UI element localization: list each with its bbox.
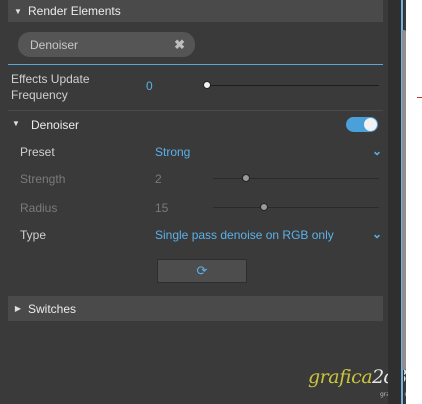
radius-slider-track[interactable] (213, 207, 379, 208)
preset-label: Preset (20, 145, 55, 159)
radius-slider-handle[interactable] (260, 203, 268, 211)
render-elements-title: Render Elements (28, 4, 121, 18)
type-dropdown[interactable]: Single pass denoise on RGB only (155, 228, 334, 242)
strength-slider-track[interactable] (213, 178, 379, 179)
preset-dropdown[interactable]: Strong (155, 145, 190, 159)
switches-title: Switches (28, 301, 77, 316)
effects-label-line1: Effects Update (11, 72, 90, 86)
divider (8, 110, 383, 111)
close-icon[interactable]: ✖ (174, 37, 185, 53)
viewport-edge (406, 0, 422, 404)
denoiser-toggle[interactable] (346, 117, 378, 132)
denoiser-chip[interactable]: Denoiser ✖ (18, 32, 195, 57)
radius-value[interactable]: 15 (155, 201, 168, 215)
chevron-down-icon[interactable]: ⌄ (370, 227, 384, 241)
red-marker (417, 97, 422, 98)
render-elements-header[interactable]: ▼ Render Elements (8, 0, 383, 22)
divider (8, 64, 383, 65)
refresh-button[interactable]: ⟳ (157, 259, 247, 283)
expand-arrow-icon: ▶ (14, 304, 22, 313)
effects-slider-track[interactable] (207, 85, 379, 86)
toggle-knob (364, 118, 377, 131)
collapse-arrow-icon: ▼ (14, 6, 22, 16)
chip-label: Denoiser (30, 37, 79, 52)
effects-slider-handle[interactable] (203, 81, 211, 89)
strength-label: Strength (20, 172, 66, 186)
radius-label: Radius (20, 201, 58, 215)
effects-update-value[interactable]: 0 (146, 79, 153, 93)
collapse-arrow-icon[interactable]: ▼ (12, 119, 20, 128)
switches-header[interactable]: ▶ Switches (8, 296, 383, 321)
effects-label-line2: Frequency (11, 88, 68, 102)
refresh-icon: ⟳ (196, 263, 208, 278)
effects-update-label: Effects Update Frequency (11, 71, 90, 103)
strength-slider-handle[interactable] (242, 174, 250, 182)
type-label: Type (20, 228, 47, 242)
watermark-text-a: grafica (308, 366, 373, 388)
denoiser-title: Denoiser (31, 118, 80, 132)
strength-value[interactable]: 2 (155, 172, 162, 186)
properties-panel: ▼ Render Elements Denoiser ✖ Effects Upd… (0, 0, 422, 404)
chevron-down-icon[interactable]: ⌄ (370, 144, 384, 158)
